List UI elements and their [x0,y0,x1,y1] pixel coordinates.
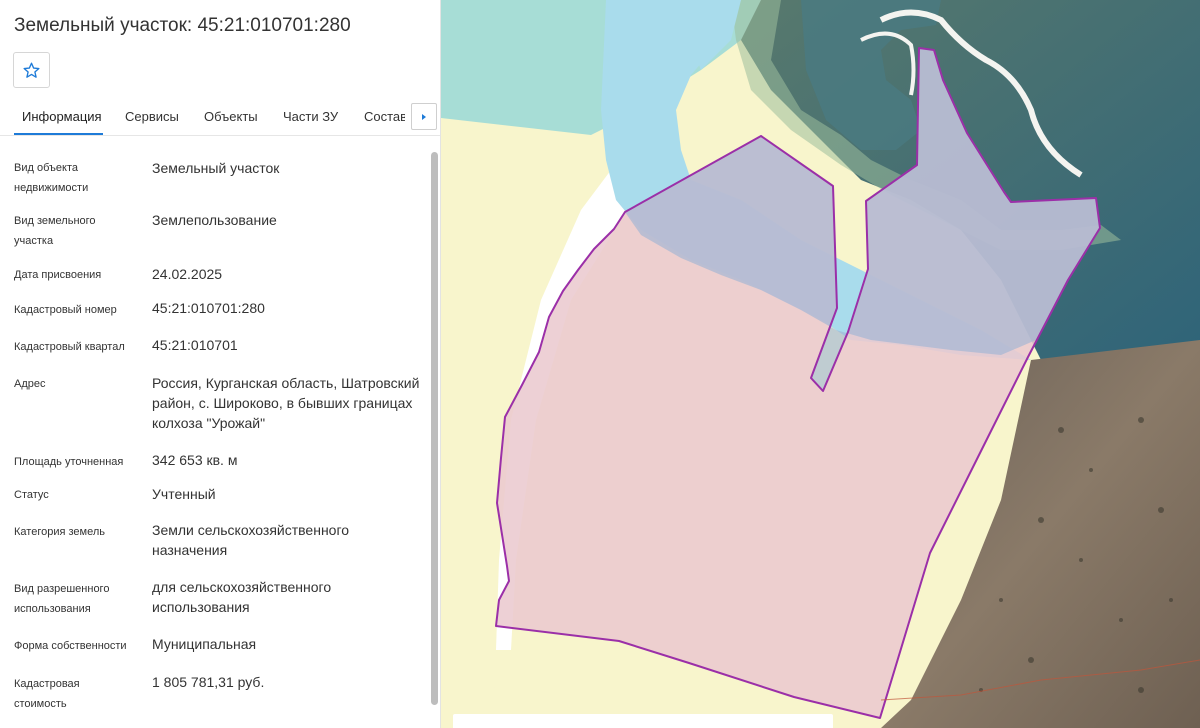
tab-bar: Информация Сервисы Объекты Части ЗУ Сост… [0,98,440,136]
info-label: Вид разрешенного использования [14,583,110,615]
info-value: 24.02.2025 [152,266,223,282]
info-value: Учтенный [152,486,216,502]
info-label: Статус [14,489,49,501]
tab-scroll-right-button[interactable] [411,103,437,130]
info-value: Россия, Курганская область, Шатровский р… [152,375,420,431]
active-tab-indicator [14,133,103,135]
info-label: Вид земельного участка [14,215,96,247]
map-canvas [441,0,1200,728]
info-label: Кадастровый номер [14,304,117,316]
info-value: Земли сельскохозяйственного назначения [152,522,350,558]
favorite-button[interactable] [13,52,50,88]
caret-right-icon [422,113,426,120]
panel-scrollbar-thumb[interactable] [431,152,438,705]
info-label: Дата присвоения [14,269,102,281]
page-title: Земельный участок: 45:21:010701:280 [14,15,351,36]
tab-services[interactable]: Сервисы [125,109,179,124]
info-label: Кадастровая стоимость [14,678,80,710]
info-label: Вид объекта недвижимости [14,162,89,194]
star-outline-icon [23,62,40,78]
info-value: для сельскохозяйственного использования [152,579,332,615]
tab-objects[interactable]: Объекты [204,109,258,124]
info-panel: Земельный участок: 45:21:010701:280 Инфо… [0,0,441,728]
info-label: Кадастровый квартал [14,341,125,353]
info-value: 45:21:010701:280 [152,300,265,316]
info-value: 342 653 кв. м [152,452,238,468]
info-label: Адрес [14,378,46,390]
info-value: Землепользование [152,212,277,228]
tab-composition[interactable]: Состав [364,109,407,124]
tab-parcel-parts[interactable]: Части ЗУ [283,109,338,124]
info-value: 45:21:010701 [152,337,238,353]
info-label: Форма собственности [14,640,127,652]
tab-information[interactable]: Информация [22,109,102,124]
info-label: Площадь уточненная [14,456,124,468]
info-value: Земельный участок [152,160,280,176]
info-value: 1 805 781,31 руб. [152,674,265,690]
map-bottom-toolbar[interactable] [453,714,833,728]
map-view[interactable] [441,0,1200,728]
info-label: Категория земель [14,526,105,538]
info-value: Муниципальная [152,636,257,652]
